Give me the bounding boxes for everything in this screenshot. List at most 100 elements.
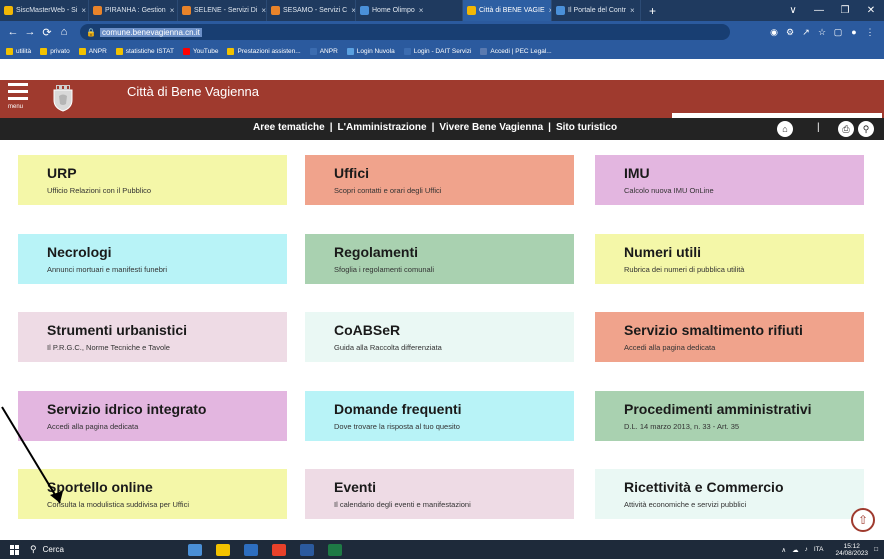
- bookmark-item[interactable]: Prestazioni assisten...: [227, 47, 301, 55]
- restore-icon[interactable]: ❐: [832, 5, 858, 16]
- nav-link-aree-tematiche[interactable]: Aree tematiche: [253, 122, 325, 133]
- new-tab-button[interactable]: +: [641, 4, 664, 18]
- scroll-to-top-button[interactable]: ⇧: [851, 508, 875, 532]
- bookmark-item[interactable]: ANPR: [309, 47, 338, 55]
- google-lens-icon[interactable]: ◉: [766, 27, 782, 38]
- outlook-icon[interactable]: [244, 543, 258, 556]
- bookmark-item[interactable]: Login Nuvola: [346, 47, 395, 55]
- share-icon[interactable]: ↗: [798, 27, 814, 38]
- selene-icon: [182, 6, 191, 15]
- home-nav-icon[interactable]: ⌂: [777, 121, 793, 137]
- browser-tab[interactable]: Il Portale del Contr ×: [552, 0, 641, 21]
- nav-link-amministrazione[interactable]: L'Amministrazione: [338, 122, 427, 133]
- service-card[interactable]: Servizio smaltimento rifiuti Accedi alla …: [595, 312, 864, 362]
- service-card[interactable]: Domande frequenti Dove trovare la rispost…: [305, 391, 574, 441]
- notifications-icon[interactable]: □: [874, 546, 878, 553]
- taskbar-search[interactable]: ⚲ Cerca: [30, 544, 150, 555]
- tray-expand-icon[interactable]: ∧: [781, 546, 786, 554]
- windows-start-icon[interactable]: [10, 544, 20, 555]
- word-icon[interactable]: [300, 543, 314, 556]
- edge-icon[interactable]: [188, 543, 202, 556]
- card-title[interactable]: Regolamenti: [334, 244, 574, 260]
- browser-tab[interactable]: PIRANHA : Gestion ×: [89, 0, 178, 21]
- nav-separator: |: [329, 122, 333, 133]
- card-title[interactable]: Procedimenti amministrativi: [624, 401, 864, 417]
- card-title[interactable]: Strumenti urbanistici: [47, 322, 287, 338]
- close-tab-icon[interactable]: ×: [81, 6, 86, 15]
- back-icon[interactable]: ←: [6, 26, 20, 38]
- excel-icon[interactable]: [328, 543, 342, 556]
- browser-tab[interactable]: SESAMO - Servizi C ×: [267, 0, 356, 21]
- sidepanel-icon[interactable]: ▢: [830, 27, 846, 38]
- bookmark-item[interactable]: ANPR: [78, 47, 107, 55]
- browser-menu-icon[interactable]: ⋮: [862, 27, 878, 38]
- close-tab-icon[interactable]: ×: [170, 6, 175, 15]
- service-card[interactable]: IMU Calcolo nuova IMU OnLine: [595, 155, 864, 205]
- card-title[interactable]: Servizio smaltimento rifiuti: [624, 322, 864, 338]
- url-field[interactable]: 🔒 comune.benevagienna.cn.it: [80, 24, 730, 40]
- bookmark-star-icon[interactable]: ☆: [814, 27, 830, 38]
- network-icon[interactable]: ☁: [792, 546, 799, 554]
- minimize-icon[interactable]: —: [806, 5, 832, 16]
- site-title[interactable]: Città di Bene Vagienna: [127, 84, 259, 99]
- forward-icon[interactable]: →: [23, 26, 37, 38]
- close-tab-icon[interactable]: ×: [419, 6, 424, 15]
- bookmark-item[interactable]: statistiche ISTAT: [115, 47, 174, 55]
- bookmark-item[interactable]: Accedi | PEC Legal...: [480, 47, 552, 55]
- profile-avatar-icon[interactable]: ●: [846, 27, 862, 37]
- card-title[interactable]: Ricettività e Commercio: [624, 479, 864, 495]
- accessibility-search-icon[interactable]: ⚲: [858, 121, 874, 137]
- browser-tab[interactable]: SiscMasterWeb - Si ×: [0, 0, 89, 21]
- service-card[interactable]: Strumenti urbanistici Il P.R.G.C., Norme …: [18, 312, 287, 362]
- url-text[interactable]: comune.benevagienna.cn.it: [99, 27, 202, 37]
- card-title[interactable]: Servizio idrico integrato: [47, 401, 287, 417]
- bookmark-label: ANPR: [88, 47, 107, 55]
- key-icon[interactable]: ⚙: [782, 27, 798, 38]
- bookmark-item[interactable]: utilità: [6, 47, 31, 55]
- close-tab-icon[interactable]: ×: [261, 6, 266, 15]
- lock-icon[interactable]: 🔒: [86, 28, 96, 37]
- service-card[interactable]: Necrologi Annunci mortuari e manifesti fu…: [18, 234, 287, 284]
- service-card[interactable]: Ricettività e Commercio Attività economic…: [595, 469, 864, 519]
- browser-tab[interactable]: Città di BENE VAGIE×: [463, 0, 552, 21]
- chrome-icon[interactable]: [272, 543, 286, 556]
- service-card[interactable]: URP Ufficio Relazioni con il Pubblico: [18, 155, 287, 205]
- bookmark-folder-icon: [182, 47, 190, 55]
- service-card[interactable]: Procedimenti amministrativi D.L. 14 marzo…: [595, 391, 864, 441]
- home-icon[interactable]: ⌂: [57, 26, 71, 38]
- bookmark-item[interactable]: privato: [40, 47, 70, 55]
- nav-link-sito-turistico[interactable]: Sito turistico: [556, 122, 617, 133]
- tab-list-icon[interactable]: ∨: [780, 5, 806, 16]
- card-title[interactable]: Sportello online: [47, 479, 287, 495]
- coat-of-arms-logo[interactable]: [50, 84, 76, 112]
- service-card[interactable]: Eventi Il calendario degli eventi e manif…: [305, 469, 574, 519]
- print-icon[interactable]: ⎙: [838, 121, 854, 137]
- service-card[interactable]: Uffici Scopri contatti e orari degli Uffi…: [305, 155, 574, 205]
- card-title[interactable]: Numeri utili: [624, 244, 864, 260]
- card-title[interactable]: URP: [47, 165, 287, 181]
- bookmark-item[interactable]: Login - DAIT Servizi: [403, 47, 471, 55]
- clock[interactable]: 15:12 24/08/2023: [836, 543, 869, 557]
- browser-tab[interactable]: SELENE - Servizi Di ×: [178, 0, 267, 21]
- card-title[interactable]: IMU: [624, 165, 864, 181]
- card-title[interactable]: CoABSeR: [334, 322, 574, 338]
- service-card[interactable]: CoABSeR Guida alla Raccolta differenziata: [305, 312, 574, 362]
- card-subtitle: Consulta la modulistica suddivisa per Uf…: [47, 500, 190, 509]
- menu-button[interactable]: menu: [8, 83, 30, 115]
- card-title[interactable]: Necrologi: [47, 244, 287, 260]
- service-card[interactable]: Numeri utili Rubrica dei numeri di pubbli…: [595, 234, 864, 284]
- language-indicator[interactable]: ITA: [814, 546, 824, 553]
- bookmark-item[interactable]: YouTube: [182, 47, 218, 55]
- card-title[interactable]: Eventi: [334, 479, 574, 495]
- file-explorer-icon[interactable]: [216, 543, 230, 556]
- nav-link-vivere[interactable]: Vivere Bene Vagienna: [439, 122, 543, 133]
- close-window-icon[interactable]: ✕: [858, 5, 884, 16]
- reload-icon[interactable]: ⟳: [40, 26, 54, 39]
- card-subtitle: Il calendario degli eventi e manifestazi…: [334, 500, 471, 509]
- close-tab-icon[interactable]: ×: [630, 6, 635, 15]
- card-title[interactable]: Domande frequenti: [334, 401, 574, 417]
- card-title[interactable]: Uffici: [334, 165, 574, 181]
- browser-tab[interactable]: Home Olimpo ×: [356, 0, 463, 21]
- volume-icon[interactable]: ♪: [805, 546, 808, 553]
- service-card[interactable]: Regolamenti Sfoglia i regolamenti comunal…: [305, 234, 574, 284]
